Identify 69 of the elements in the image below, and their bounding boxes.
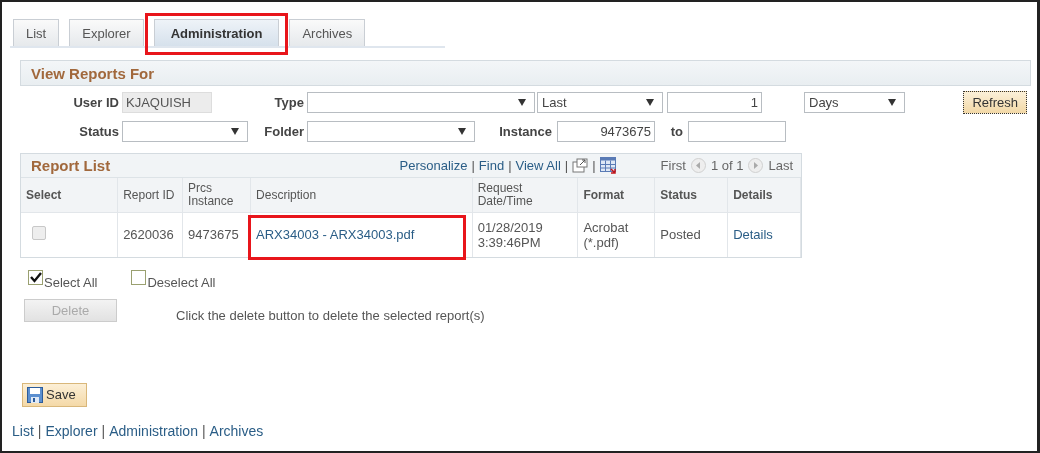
footer-link[interactable]: Explorer <box>45 422 98 439</box>
column-header[interactable]: Details <box>727 178 801 213</box>
column-header[interactable]: Prcs Instance <box>182 178 251 213</box>
column-header[interactable]: Report ID <box>117 178 183 213</box>
separator: | <box>508 158 512 173</box>
dropdown[interactable] <box>307 91 535 113</box>
link[interactable]: Find <box>478 158 505 173</box>
tab[interactable]: Archives <box>289 19 366 46</box>
field-label: Status <box>78 123 120 139</box>
dropdown[interactable] <box>307 120 475 142</box>
table-cell: Acrobat (*.pdf) <box>577 212 655 257</box>
page-count: 1 of 1 <box>710 158 744 173</box>
next-icon[interactable] <box>748 158 764 173</box>
field-label: Type <box>273 94 305 110</box>
spreadsheet-icon[interactable] <box>599 157 617 174</box>
column-header[interactable]: Status <box>654 178 728 213</box>
save-button[interactable]: Save <box>22 382 87 407</box>
checkbox-label: Deselect All <box>147 274 216 290</box>
dropdown[interactable]: Days <box>804 91 905 113</box>
footer-link[interactable]: Administration <box>109 422 198 439</box>
link[interactable]: View All <box>515 158 561 173</box>
field-label: Folder <box>263 123 305 139</box>
dropdown-value: Last <box>542 94 567 110</box>
checkbox[interactable] <box>131 269 147 285</box>
dropdown-value: Days <box>809 94 839 110</box>
separator: | <box>201 422 206 439</box>
table-cell: 2620036 <box>117 212 183 257</box>
separator: | <box>471 158 475 173</box>
section-header: View Reports For <box>20 60 1031 86</box>
field-label: Instance <box>498 123 553 139</box>
separator: | <box>564 158 569 173</box>
new-window-icon[interactable] <box>572 158 589 173</box>
column-header[interactable]: Description <box>250 178 473 213</box>
tab[interactable]: List <box>13 19 60 46</box>
link[interactable]: Personalize <box>399 158 468 173</box>
table-cell: 9473675 <box>182 212 251 257</box>
last-label: Last <box>768 158 793 173</box>
separator: | <box>592 158 596 173</box>
footer-link[interactable]: Archives <box>209 422 264 439</box>
field-label: User ID <box>72 94 120 110</box>
tab[interactable]: Explorer <box>69 19 144 46</box>
caret-icon <box>518 98 526 106</box>
checkbox-label: Select All <box>44 274 98 290</box>
separator: | <box>101 422 106 439</box>
column-header[interactable]: Select <box>21 178 118 213</box>
table-cell: 01/28/2019 3:39:46PM <box>472 212 578 257</box>
refresh-button[interactable]: Refresh <box>963 90 1027 114</box>
input-field[interactable]: 1 <box>667 91 762 113</box>
caret-icon <box>888 98 896 106</box>
caret-icon <box>646 98 654 106</box>
caret-icon <box>458 127 466 135</box>
caret-icon <box>231 127 239 135</box>
previous-icon[interactable] <box>690 158 706 173</box>
table-cell: Posted <box>654 212 728 257</box>
user-id-field: KJAQUISH <box>122 91 212 113</box>
field-label: to <box>669 123 684 139</box>
column-header[interactable]: Format <box>577 178 655 213</box>
column-header[interactable]: Request Date/Time <box>472 178 578 213</box>
separator: | <box>37 422 42 439</box>
first-label: First <box>660 158 686 173</box>
input-field[interactable] <box>688 120 786 142</box>
footer-link[interactable]: List <box>12 422 34 439</box>
dropdown[interactable] <box>122 120 248 142</box>
grid-title: Report List <box>31 157 111 174</box>
input-field[interactable]: 9473675 <box>557 120 655 142</box>
checkbox[interactable] <box>28 269 43 285</box>
tab[interactable]: Administration <box>153 19 280 46</box>
dropdown[interactable]: Last <box>537 91 663 113</box>
help-text: Click the delete button to delete the selected report(s) <box>176 307 485 323</box>
